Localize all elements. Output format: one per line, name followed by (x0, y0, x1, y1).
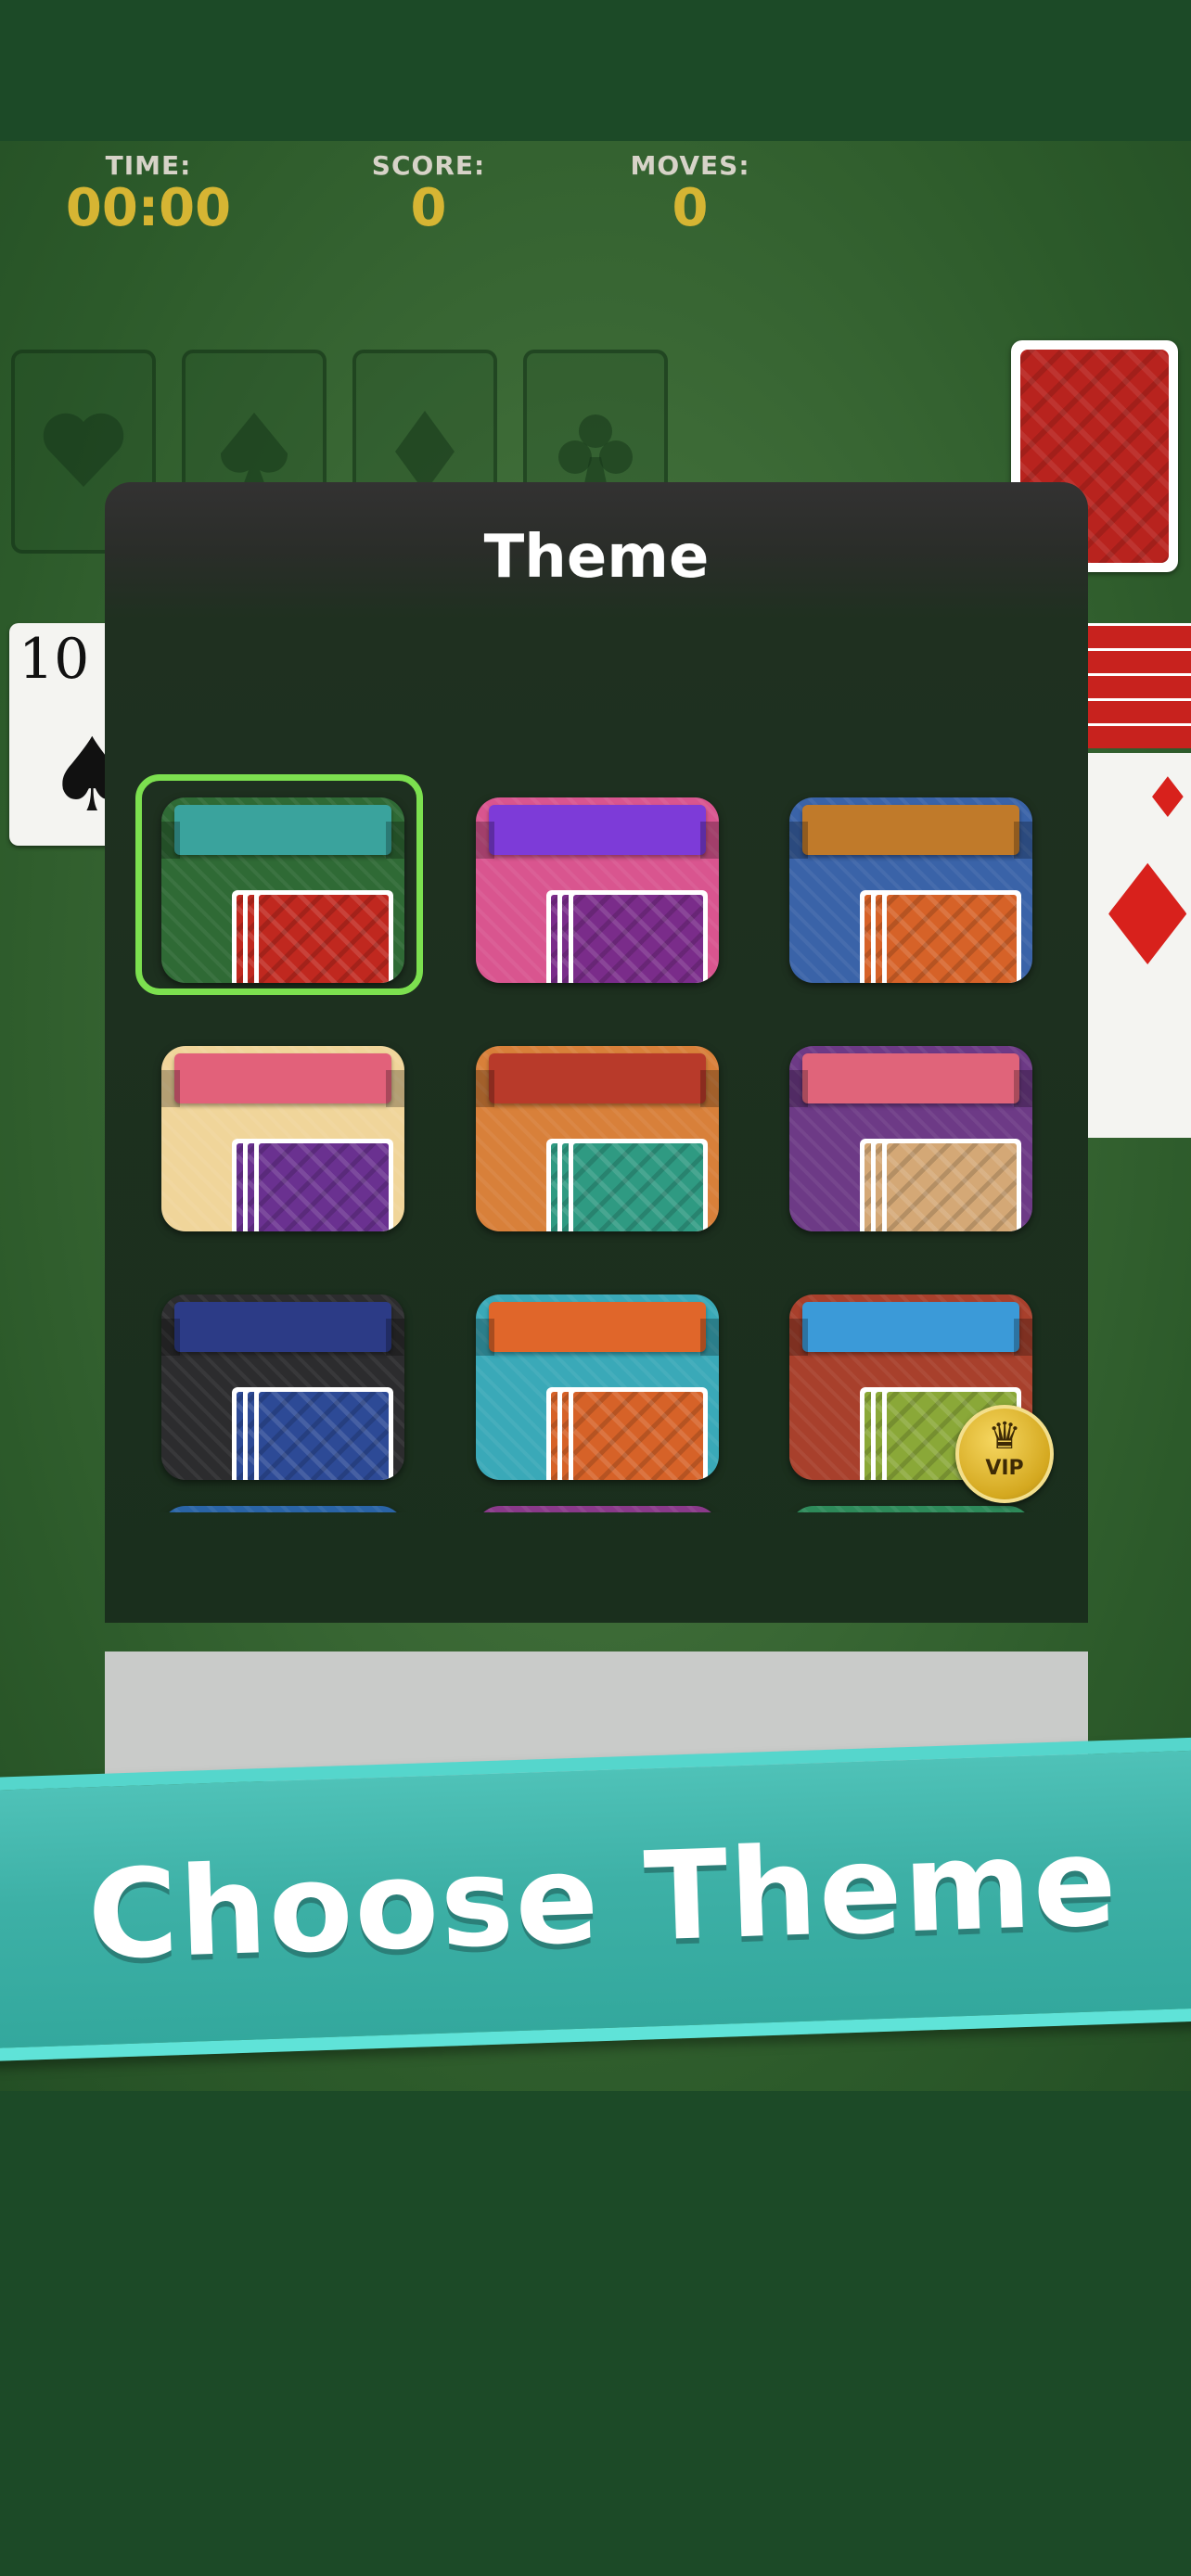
theme-option-2[interactable] (476, 797, 719, 983)
moves-label: MOVES: (630, 150, 750, 181)
theme-option-5[interactable] (476, 1046, 719, 1231)
diamond-icon: ♦ (1085, 836, 1191, 998)
theme-grid (105, 482, 1088, 1512)
tableau-card-diamonds[interactable]: ♦ ♦ (1076, 753, 1191, 1138)
theme-option-3[interactable] (789, 797, 1032, 983)
theme-dialog: Theme ♛ VIP (105, 482, 1088, 1623)
crown-icon: ♛ (988, 1415, 1021, 1458)
score-label: SCORE: (371, 150, 486, 181)
theme-option-4[interactable] (161, 1046, 404, 1231)
promo-headline: Choose Theme (85, 1810, 1121, 1988)
selected-theme-indicator (135, 774, 423, 995)
theme-option-11[interactable] (476, 1506, 719, 1512)
theme-option-12[interactable] (789, 1506, 1032, 1512)
tableau-stacked-cards[interactable] (1076, 623, 1191, 748)
time-label: TIME: (105, 150, 192, 181)
moves-display: MOVES: 0 (597, 150, 783, 236)
diamond-icon: ♦ (1143, 766, 1191, 831)
vip-label: VIP (985, 1457, 1024, 1480)
theme-option-8[interactable] (476, 1294, 719, 1480)
vip-badge: ♛ VIP (955, 1405, 1054, 1503)
theme-option-6[interactable] (789, 1046, 1032, 1231)
moves-value: 0 (672, 178, 709, 238)
time-display: TIME: 00:00 (56, 150, 241, 236)
bottom-area (0, 2091, 1191, 2576)
top-status-area (0, 0, 1191, 141)
theme-option-7[interactable] (161, 1294, 404, 1480)
promo-banner: Choose Theme (0, 1736, 1191, 2062)
score-value: 0 (410, 178, 447, 238)
theme-option-10[interactable] (161, 1506, 404, 1512)
time-value: 00:00 (65, 178, 232, 238)
score-display: SCORE: 0 (336, 150, 521, 236)
card-rank: 10 (19, 627, 90, 692)
